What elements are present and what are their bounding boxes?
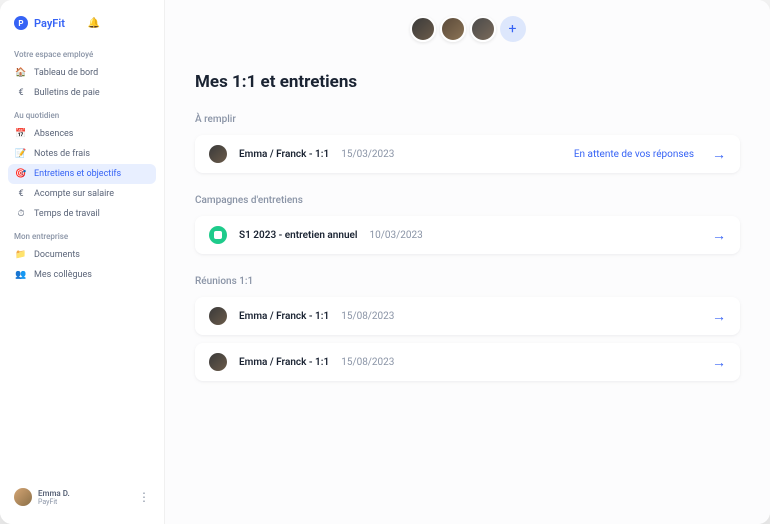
sidebar-item-label: Entretiens et objectifs xyxy=(34,169,121,179)
campaign-card[interactable]: S1 2023 - entretien annuel 10/03/2023 → xyxy=(195,216,740,254)
add-button[interactable]: + xyxy=(500,16,526,42)
group-meetings: Réunions 1:1 Emma / Franck - 1:1 15/08/2… xyxy=(195,276,740,381)
target-icon: 🎯 xyxy=(16,169,26,179)
group-to-fill: À remplir Emma / Franck - 1:1 15/03/2023… xyxy=(195,114,740,173)
card-date: 15/03/2023 xyxy=(341,149,394,160)
group-label: À remplir xyxy=(195,114,740,125)
sidebar: P PayFit 🔔 Votre espace employé 🏠 Tablea… xyxy=(0,0,165,524)
user-sub: PayFit xyxy=(38,498,70,506)
meeting-card[interactable]: Emma / Franck - 1:1 15/08/2023 → xyxy=(195,343,740,381)
sidebar-item-documents[interactable]: 📁 Documents xyxy=(8,245,156,265)
home-icon: 🏠 xyxy=(16,68,26,78)
avatar[interactable] xyxy=(440,16,466,42)
people-icon: 👥 xyxy=(16,270,26,280)
user-info: Emma D. PayFit xyxy=(38,489,70,506)
more-icon[interactable]: ⋮ xyxy=(138,490,150,504)
card-title: Emma / Franck - 1:1 xyxy=(239,357,329,368)
card-date: 15/08/2023 xyxy=(341,357,394,368)
group-label: Campagnes d'entretiens xyxy=(195,195,740,206)
euro-icon: € xyxy=(16,189,26,199)
avatars-row: + xyxy=(195,16,740,42)
campaign-icon xyxy=(209,226,227,244)
sidebar-section-label: Au quotidien xyxy=(8,103,156,124)
sidebar-item-label: Notes de frais xyxy=(34,149,90,159)
sidebar-item-expenses[interactable]: 📝 Notes de frais xyxy=(8,144,156,164)
card-date: 15/08/2023 xyxy=(341,311,394,322)
meeting-card[interactable]: Emma / Franck - 1:1 15/08/2023 → xyxy=(195,297,740,335)
sidebar-item-label: Documents xyxy=(34,250,80,260)
user-name: Emma D. xyxy=(38,489,70,498)
sidebar-item-label: Tableau de bord xyxy=(34,68,98,78)
sidebar-item-worktime[interactable]: ⏱ Temps de travail xyxy=(8,204,156,224)
folder-icon: 📁 xyxy=(16,250,26,260)
group-campaigns: Campagnes d'entretiens S1 2023 - entreti… xyxy=(195,195,740,254)
brand-logo-icon: P xyxy=(14,16,28,30)
group-label: Réunions 1:1 xyxy=(195,276,740,287)
sidebar-item-label: Bulletins de paie xyxy=(34,88,100,98)
avatar xyxy=(14,488,32,506)
sidebar-item-interviews[interactable]: 🎯 Entretiens et objectifs xyxy=(8,164,156,184)
card-status: En attente de vos réponses xyxy=(574,149,694,160)
note-icon: 📝 xyxy=(16,149,26,159)
arrow-right-icon: → xyxy=(712,308,726,325)
sidebar-item-label: Absences xyxy=(34,129,73,139)
avatar[interactable] xyxy=(410,16,436,42)
sidebar-item-dashboard[interactable]: 🏠 Tableau de bord xyxy=(8,63,156,83)
avatar[interactable] xyxy=(470,16,496,42)
sidebar-section-label: Votre espace employé xyxy=(8,42,156,63)
arrow-right-icon: → xyxy=(712,146,726,163)
clock-icon: ⏱ xyxy=(16,209,26,219)
sidebar-item-absences[interactable]: 📅 Absences xyxy=(8,124,156,144)
brand-row: P PayFit 🔔 xyxy=(8,12,156,34)
card-title: S1 2023 - entretien annuel xyxy=(239,230,358,241)
avatar xyxy=(209,353,227,371)
page-title: Mes 1:1 et entretiens xyxy=(195,72,740,92)
sidebar-section-label: Mon entreprise xyxy=(8,224,156,245)
user-footer[interactable]: Emma D. PayFit ⋮ xyxy=(8,482,156,512)
card-date: 10/03/2023 xyxy=(370,230,423,241)
sidebar-item-label: Acompte sur salaire xyxy=(34,189,114,199)
notification-icon[interactable]: 🔔 xyxy=(88,18,100,29)
calendar-icon: 📅 xyxy=(16,129,26,139)
sidebar-item-advance[interactable]: € Acompte sur salaire xyxy=(8,184,156,204)
avatar xyxy=(209,145,227,163)
avatar xyxy=(209,307,227,325)
sidebar-item-payslips[interactable]: € Bulletins de paie xyxy=(8,83,156,103)
app-window: P PayFit 🔔 Votre espace employé 🏠 Tablea… xyxy=(0,0,770,524)
sidebar-item-label: Mes collègues xyxy=(34,270,92,280)
main-content: + Mes 1:1 et entretiens À remplir Emma /… xyxy=(165,0,770,524)
arrow-right-icon: → xyxy=(712,354,726,371)
arrow-right-icon: → xyxy=(712,227,726,244)
brand-name: PayFit xyxy=(34,17,65,30)
euro-icon: € xyxy=(16,88,26,98)
interview-card[interactable]: Emma / Franck - 1:1 15/03/2023 En attent… xyxy=(195,135,740,173)
card-title: Emma / Franck - 1:1 xyxy=(239,149,329,160)
card-title: Emma / Franck - 1:1 xyxy=(239,311,329,322)
sidebar-item-label: Temps de travail xyxy=(34,209,100,219)
sidebar-item-colleagues[interactable]: 👥 Mes collègues xyxy=(8,265,156,285)
